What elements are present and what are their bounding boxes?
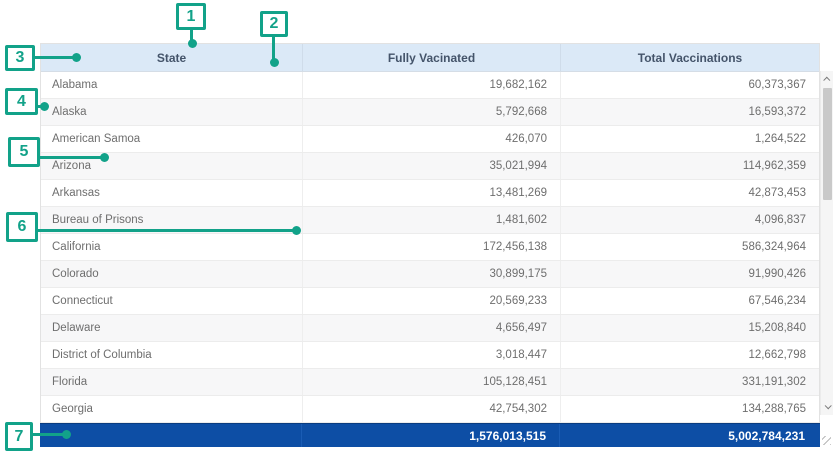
- fully-vaccinated-cell: 426,070: [303, 126, 561, 152]
- callout-6-connector: [37, 229, 297, 232]
- callout-3-dot: [72, 53, 81, 62]
- table-body: Alabama 19,682,162 60,373,367 Alaska 5,7…: [41, 72, 819, 423]
- state-cell: Alaska: [41, 99, 303, 125]
- state-cell: Delaware: [41, 315, 303, 341]
- total-vaccinations-cell: 331,191,302: [561, 369, 819, 395]
- callout-4-dot: [40, 102, 49, 111]
- fully-vaccinated-cell: 172,456,138: [303, 234, 561, 260]
- fully-vaccinated-cell: 20,569,233: [303, 288, 561, 314]
- total-vaccinations-cell: 91,990,426: [561, 261, 819, 287]
- state-cell: California: [41, 234, 303, 260]
- total-vaccinations-cell: 12,662,798: [561, 342, 819, 368]
- table-row[interactable]: District of Columbia 3,018,447 12,662,79…: [41, 342, 819, 369]
- state-cell: Colorado: [41, 261, 303, 287]
- chevron-down-icon: [825, 402, 832, 409]
- summary-total-vaccinations-total: 5,002,784,231: [560, 424, 818, 447]
- callout-3-connector: [34, 56, 77, 59]
- column-header-total-vaccinations[interactable]: Total Vaccinations: [561, 44, 819, 71]
- total-vaccinations-cell: 67,546,234: [561, 288, 819, 314]
- callout-1-dot: [188, 39, 197, 48]
- scroll-down-button[interactable]: [821, 399, 833, 414]
- table-row[interactable]: Alabama 19,682,162 60,373,367: [41, 72, 819, 99]
- table-row[interactable]: Arkansas 13,481,269 42,873,453: [41, 180, 819, 207]
- fully-vaccinated-cell: 3,018,447: [303, 342, 561, 368]
- fully-vaccinated-cell: 105,128,451: [303, 369, 561, 395]
- callout-6-dot: [292, 226, 301, 235]
- fully-vaccinated-cell: 4,656,497: [303, 315, 561, 341]
- table-row[interactable]: Florida 105,128,451 331,191,302: [41, 369, 819, 396]
- summary-state-cell: [40, 424, 302, 447]
- callout-7-box: 7: [5, 422, 33, 451]
- fully-vaccinated-cell: 42,754,302: [303, 396, 561, 422]
- state-cell: Connecticut: [41, 288, 303, 314]
- callout-2-dot: [270, 58, 279, 67]
- state-cell: District of Columbia: [41, 342, 303, 368]
- table-row[interactable]: California 172,456,138 586,324,964: [41, 234, 819, 261]
- scrollbar-thumb[interactable]: [823, 88, 832, 200]
- state-cell: American Samoa: [41, 126, 303, 152]
- total-vaccinations-cell: 15,208,840: [561, 315, 819, 341]
- vertical-scrollbar[interactable]: [820, 71, 833, 415]
- total-vaccinations-cell: 1,264,522: [561, 126, 819, 152]
- callout-5-box: 5: [8, 137, 40, 167]
- callout-4-box: 4: [5, 88, 38, 115]
- state-cell: Florida: [41, 369, 303, 395]
- total-vaccinations-cell: 586,324,964: [561, 234, 819, 260]
- fully-vaccinated-cell: 13,481,269: [303, 180, 561, 206]
- total-vaccinations-cell: 4,096,837: [561, 207, 819, 233]
- total-vaccinations-cell: 42,873,453: [561, 180, 819, 206]
- callout-2-box: 2: [260, 11, 288, 37]
- table-row[interactable]: Colorado 30,899,175 91,990,426: [41, 261, 819, 288]
- table-row[interactable]: Alaska 5,792,668 16,593,372: [41, 99, 819, 126]
- column-header-fully-vaccinated[interactable]: Fully Vacinated: [303, 44, 561, 71]
- scroll-up-button[interactable]: [821, 72, 833, 87]
- total-vaccinations-cell: 134,288,765: [561, 396, 819, 422]
- state-cell: Alabama: [41, 72, 303, 98]
- fully-vaccinated-cell: 35,021,994: [303, 153, 561, 179]
- total-vaccinations-cell: 60,373,367: [561, 72, 819, 98]
- table-row[interactable]: Connecticut 20,569,233 67,546,234: [41, 288, 819, 315]
- table-row[interactable]: Arizona 35,021,994 114,962,359: [41, 153, 819, 180]
- state-cell: Georgia: [41, 396, 303, 422]
- state-cell: Arkansas: [41, 180, 303, 206]
- fully-vaccinated-cell: 19,682,162: [303, 72, 561, 98]
- vaccination-table: State Fully Vacinated Total Vaccinations…: [40, 43, 820, 423]
- callout-5-dot: [100, 153, 109, 162]
- chevron-up-icon: [823, 77, 830, 84]
- fully-vaccinated-cell: 5,792,668: [303, 99, 561, 125]
- table-row[interactable]: Georgia 42,754,302 134,288,765: [41, 396, 819, 423]
- callout-6-box: 6: [6, 212, 38, 242]
- table-header-row: State Fully Vacinated Total Vaccinations: [41, 44, 819, 72]
- fully-vaccinated-cell: 30,899,175: [303, 261, 561, 287]
- resize-grip-icon: [822, 436, 831, 445]
- total-vaccinations-cell: 16,593,372: [561, 99, 819, 125]
- total-vaccinations-cell: 114,962,359: [561, 153, 819, 179]
- summary-fully-vaccinated-total: 1,576,013,515: [302, 424, 560, 447]
- callout-7-dot: [62, 430, 71, 439]
- fully-vaccinated-cell: 1,481,602: [303, 207, 561, 233]
- callout-5-connector: [39, 156, 105, 159]
- table-row[interactable]: Delaware 4,656,497 15,208,840: [41, 315, 819, 342]
- callout-1-box: 1: [176, 3, 206, 30]
- callout-3-box: 3: [5, 45, 35, 71]
- table-row[interactable]: American Samoa 426,070 1,264,522: [41, 126, 819, 153]
- summary-total-row: 1,576,013,515 5,002,784,231: [40, 423, 820, 447]
